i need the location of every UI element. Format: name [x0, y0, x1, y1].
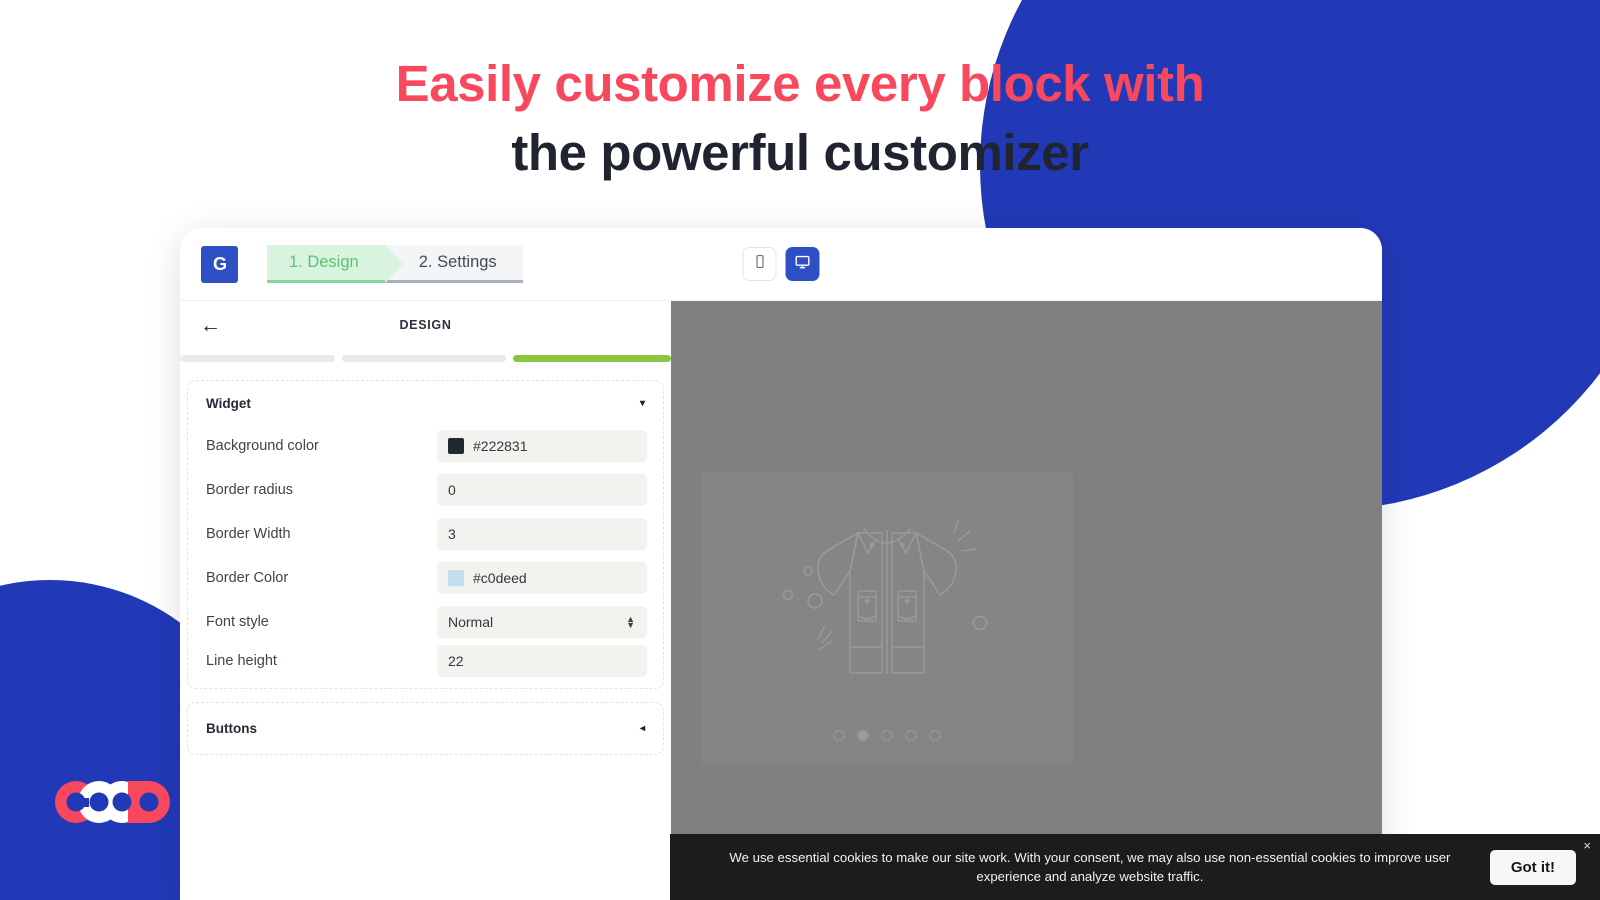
panel-content: Widget ▾ Background color #222831 Border… — [180, 363, 671, 755]
app-logo-icon[interactable]: G — [201, 245, 238, 283]
step-tabs: 1. Design 2. Settings — [267, 245, 523, 283]
app-body: ← DESIGN Widget ▾ Background color #2228… — [180, 301, 1382, 900]
color-swatch[interactable] — [448, 570, 464, 586]
font-style-select[interactable]: Normal ▲ ▼ — [437, 606, 647, 638]
field-value: 3 — [448, 526, 456, 542]
design-settings-panel: ← DESIGN Widget ▾ Background color #2228… — [180, 301, 671, 900]
shirt-illustration — [772, 505, 1002, 720]
field-border-width: Border Width 3 — [188, 512, 663, 556]
border-radius-input[interactable]: 0 — [437, 474, 647, 506]
headline-line-1: Easily customize every block with — [395, 55, 1205, 112]
desktop-icon — [794, 253, 812, 276]
field-label: Background color — [206, 438, 319, 454]
carousel-dot[interactable] — [905, 730, 917, 741]
field-label: Line height — [206, 653, 277, 669]
device-preview-toggle — [742, 247, 820, 281]
line-height-input[interactable]: 22 — [437, 645, 647, 677]
mobile-icon — [751, 253, 768, 275]
border-width-input[interactable]: 3 — [437, 518, 647, 550]
stepper-icon[interactable]: ▲ ▼ — [626, 615, 635, 630]
field-label: Border Width — [206, 526, 291, 542]
border-color-input[interactable]: #c0deed — [437, 562, 647, 594]
chevron-down-icon[interactable]: ▾ — [640, 398, 645, 409]
section-buttons-title: Buttons — [206, 721, 257, 736]
stepper-down-icon: ▼ — [626, 620, 635, 630]
progress-segment-2 — [342, 355, 506, 362]
field-line-height: Line height 22 — [188, 644, 663, 688]
page-headline: Easily customize every block with the po… — [0, 55, 1600, 181]
good-brand-logo — [50, 780, 178, 824]
section-buttons-header[interactable]: Buttons ◂ — [188, 703, 663, 754]
progress-segment-3 — [512, 355, 671, 362]
progress-indicator — [180, 349, 671, 363]
section-buttons: Buttons ◂ — [187, 702, 664, 755]
background-color-input[interactable]: #222831 — [437, 430, 647, 462]
panel-header: ← DESIGN — [180, 301, 671, 349]
cookie-message: We use essential cookies to make our sit… — [729, 849, 1451, 884]
panel-title: DESIGN — [399, 318, 452, 332]
step-tab-settings[interactable]: 2. Settings — [384, 245, 523, 283]
section-widget-header[interactable]: Widget ▾ — [188, 381, 663, 424]
back-arrow-icon[interactable]: ← — [200, 315, 224, 336]
field-value: #222831 — [473, 438, 528, 454]
field-border-radius: Border radius 0 — [188, 468, 663, 512]
field-background-color: Background color #222831 — [188, 424, 663, 468]
app-window: G 1. Design 2. Settings ← DESIGN Widget … — [180, 228, 1382, 900]
step-tab-design-label: 1. Design — [289, 253, 359, 271]
field-border-color: Border Color #c0deed — [188, 556, 663, 600]
field-label: Border Color — [206, 570, 289, 586]
field-label: Border radius — [206, 482, 294, 498]
widget-preview-area — [671, 301, 1382, 900]
close-icon[interactable]: × — [1583, 839, 1591, 852]
step-tab-settings-label: 2. Settings — [418, 253, 497, 271]
carousel-dot[interactable] — [833, 730, 845, 741]
field-value: #c0deed — [473, 570, 527, 586]
field-label: Font style — [206, 614, 269, 630]
mobile-preview-button[interactable] — [742, 247, 777, 281]
app-header: G 1. Design 2. Settings — [180, 228, 1382, 301]
progress-segment-1 — [180, 355, 336, 362]
headline-line-2: the powerful customizer — [511, 124, 1089, 182]
step-tab-design[interactable]: 1. Design — [267, 245, 403, 283]
field-value: 22 — [448, 653, 464, 669]
desktop-preview-button[interactable] — [785, 247, 820, 281]
svg-text:G: G — [212, 254, 226, 274]
carousel-dots — [833, 730, 941, 741]
carousel-dot[interactable] — [929, 730, 941, 741]
carousel-dot-active[interactable] — [857, 730, 869, 741]
chevron-left-icon[interactable]: ◂ — [640, 723, 645, 734]
section-widget-title: Widget — [206, 396, 251, 411]
field-value: Normal — [448, 614, 494, 630]
section-widget: Widget ▾ Background color #222831 Border… — [187, 380, 664, 689]
field-value: 0 — [448, 482, 456, 498]
cookie-consent-banner: We use essential cookies to make our sit… — [670, 834, 1600, 900]
carousel-dot[interactable] — [881, 730, 893, 741]
cookie-accept-button[interactable]: Got it! — [1489, 849, 1576, 885]
color-swatch[interactable] — [448, 438, 464, 454]
field-font-style: Font style Normal ▲ ▼ — [188, 600, 663, 644]
preview-product-card — [701, 473, 1073, 765]
